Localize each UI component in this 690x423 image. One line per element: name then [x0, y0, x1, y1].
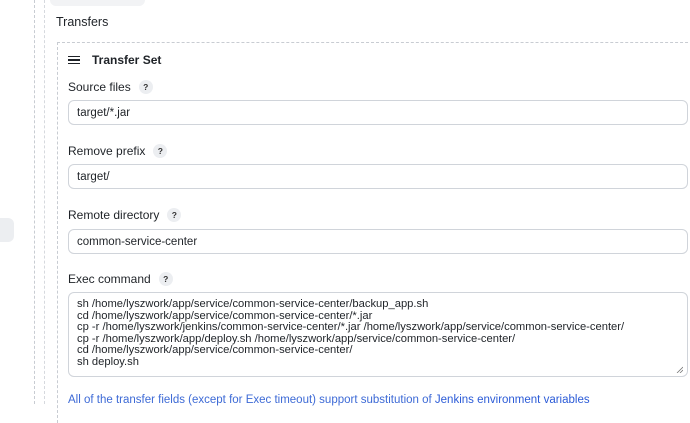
drag-handle-icon[interactable]: [68, 55, 80, 65]
source-files-label-text: Source files: [68, 80, 131, 94]
remove-prefix-help-icon[interactable]: ?: [153, 144, 168, 158]
exec-command-line: cd /home/lyszwork/app/service/common-ser…: [77, 344, 353, 357]
source-files-label: Source files ?: [68, 80, 153, 94]
remote-directory-label-text: Remote directory: [68, 208, 160, 222]
outer-guide-line: [34, 0, 36, 404]
exec-command-label: Exec command ?: [68, 272, 173, 286]
exec-command-help-icon[interactable]: ?: [158, 272, 173, 286]
top-fade-bar: [50, 0, 145, 6]
remote-directory-input[interactable]: common-service-center: [68, 229, 688, 254]
exec-command-label-text: Exec command: [68, 272, 151, 286]
remote-directory-help-icon[interactable]: ?: [167, 208, 182, 222]
inner-guide-line: [44, 0, 46, 404]
section-title: Transfers: [56, 15, 109, 29]
transfer-set-panel: Transfer Set Source files ? target/*.jar…: [57, 42, 690, 423]
exec-command-line: sh /home/lyszwork/app/service/common-ser…: [77, 298, 429, 310]
transfer-set-title: Transfer Set: [92, 53, 162, 67]
footnote-text: All of the transfer fields (except for E…: [68, 394, 435, 406]
exec-command-textarea[interactable]: sh /home/lyszwork/app/service/common-ser…: [68, 292, 688, 377]
footnote: All of the transfer fields (except for E…: [68, 394, 590, 406]
source-files-input[interactable]: target/*.jar: [68, 100, 688, 125]
remote-directory-label: Remote directory ?: [68, 208, 182, 222]
resize-handle-icon[interactable]: [676, 366, 683, 373]
exec-command-line: sh deploy.sh: [77, 355, 139, 368]
remove-prefix-input[interactable]: target/: [68, 164, 688, 189]
transfer-set-header: Transfer Set: [68, 53, 161, 67]
remove-prefix-label-text: Remove prefix: [68, 144, 146, 158]
source-files-help-icon[interactable]: ?: [138, 80, 153, 94]
jenkins-env-vars-link[interactable]: Jenkins environment variables: [435, 394, 590, 406]
remove-prefix-label: Remove prefix ?: [68, 144, 168, 158]
side-collapse-tab[interactable]: [0, 218, 14, 242]
